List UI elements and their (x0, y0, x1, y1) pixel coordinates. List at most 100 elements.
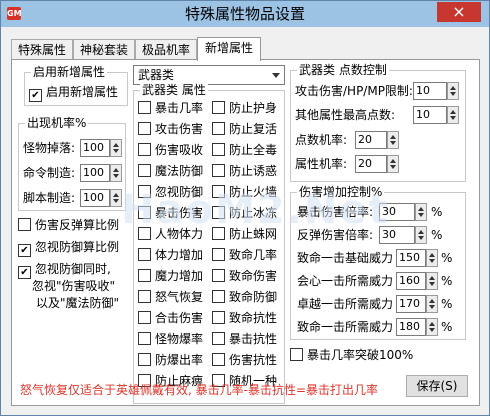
appear-group-label: 出现机率% (25, 116, 89, 131)
checkbox-label: 致命几率 (229, 248, 278, 262)
fatal-strike-power-spinner[interactable] (426, 318, 438, 336)
monster-drop-input[interactable]: 100 (80, 139, 110, 157)
up-arrow-icon (450, 86, 456, 90)
excellent-strike-power-spinner[interactable] (426, 295, 438, 313)
tab-special-attr[interactable]: 特殊属性 (11, 39, 73, 60)
monster-drop-spinner[interactable] (110, 139, 122, 157)
heart-strike-power-input[interactable]: 160 (396, 272, 426, 290)
attr-anti-poison-checkbox[interactable]: 防止全毒 (212, 143, 277, 158)
checkbox-label: 防爆出率 (155, 353, 204, 367)
script-make-input[interactable]: 100 (80, 189, 110, 207)
attr-anti-shield-checkbox[interactable]: 防止护身 (212, 101, 277, 116)
checkbox-label: 防止护身 (229, 101, 278, 115)
points-chance-input[interactable]: 20 (355, 131, 387, 149)
footer-note: 怒气恢复仅适合于英雄佩戴有效, 暴击几率-暴击抗性=暴击打出几率 (20, 383, 379, 397)
down-arrow-icon (418, 213, 424, 217)
fatal-strike-power-label: 致命一击所需威力 (297, 320, 394, 334)
attr-anti-charm-checkbox[interactable]: 防止诱惑 (212, 164, 277, 179)
percent-unit: % (431, 228, 443, 242)
checkbox-label: 致命伤害 (229, 269, 278, 283)
points-chance-spinner[interactable] (387, 131, 399, 149)
attr-attack-damage-checkbox[interactable]: 攻击伤害 (138, 122, 203, 137)
max-points-spinner[interactable] (447, 106, 459, 124)
attr-fatal-damage-checkbox[interactable]: 致命伤害 (212, 269, 277, 284)
percent-unit: % (441, 320, 453, 334)
save-button[interactable]: 保存(S) (406, 375, 468, 397)
checkbox-box (212, 248, 225, 261)
checkbox-box (138, 248, 151, 261)
down-arrow-icon (113, 199, 119, 203)
attr-fatal-chance-checkbox[interactable]: 致命几率 (212, 248, 277, 263)
percent-unit: % (441, 251, 453, 265)
excellent-strike-power-input[interactable]: 170 (396, 295, 426, 313)
attr-damage-resist-checkbox[interactable]: 伤害抗性 (212, 353, 277, 368)
ignore-defense-ratio-checkbox[interactable]: ✔ 忽视防御算比例 (18, 240, 119, 257)
attack-limit-spinner[interactable] (447, 82, 459, 100)
attack-limit-input[interactable]: 10 (413, 82, 447, 100)
crit-break-100-checkbox[interactable]: 暴击几率突破100% (290, 348, 413, 363)
heart-strike-power-spinner[interactable] (426, 272, 438, 290)
close-button[interactable]: × (437, 2, 481, 22)
weapon-type-value: 武器类 (138, 68, 175, 82)
attr-magic-defense-checkbox[interactable]: 魔法防御 (138, 164, 203, 179)
attr-hp-increase-checkbox[interactable]: 体力增加 (138, 248, 203, 263)
attr-monster-drop-checkbox[interactable]: 怪物爆率 (138, 332, 203, 347)
appear-chance-group: 出现机率% 怪物掉落: 100 命令制造: 100 脚本制造: 100 (18, 116, 126, 211)
down-arrow-icon (450, 116, 456, 120)
attr-crit-resist-checkbox[interactable]: 暴击抗性 (212, 332, 277, 347)
attr-chance-input[interactable]: 20 (355, 155, 387, 173)
attr-damage-absorb-checkbox[interactable]: 伤害吸收 (138, 143, 203, 158)
down-arrow-icon (113, 174, 119, 178)
checkbox-label: 伤害抗性 (229, 353, 278, 367)
points-chance-label: 点数机率: (295, 133, 348, 147)
checkbox-box (290, 348, 303, 361)
weapon-type-select[interactable]: 武器类 (133, 65, 285, 85)
max-points-input[interactable]: 10 (413, 106, 447, 124)
checkbox-label: 防止全毒 (229, 143, 278, 157)
checkbox-box (212, 290, 225, 303)
up-arrow-icon (113, 168, 119, 172)
tab-new-attr[interactable]: 新增属性 (197, 37, 261, 61)
enable-new-attr-checkbox[interactable]: ✔ 启用新增属性 (29, 85, 118, 102)
attr-fatal-resist-checkbox[interactable]: 致命抗性 (212, 311, 277, 326)
chevron-down-icon (272, 73, 280, 78)
down-arrow-icon (390, 141, 396, 145)
title-bar[interactable]: GM 特殊属性物品设置 × (1, 1, 489, 27)
attr-crit-chance-checkbox[interactable]: 暴击几率 (138, 101, 203, 116)
attr-anti-drop-checkbox[interactable]: 防爆出率 (138, 353, 203, 368)
checkbox-label: 魔法防御 (155, 164, 204, 178)
checkbox-box (212, 353, 225, 366)
damage-reflect-ratio-checkbox[interactable]: 伤害反弹算比例 (18, 218, 119, 233)
checkbox-box (138, 101, 151, 114)
checkbox-label: 忽视防御算比例 (35, 240, 120, 254)
checkbox-label: 合击伤害 (155, 311, 204, 325)
reflect-damage-rate-spinner[interactable] (415, 226, 427, 244)
attr-fatal-defense-checkbox[interactable]: 致命防御 (212, 290, 277, 305)
command-make-label: 命令制造: (23, 166, 76, 180)
fatal-strike-power-input[interactable]: 180 (396, 318, 426, 336)
ignore-absorb-note: 忽视"伤害吸收" (32, 279, 116, 293)
tab-rare-chance[interactable]: 极品机率 (135, 39, 197, 60)
attr-rage-recover-checkbox[interactable]: 怒气恢复 (138, 290, 203, 305)
tab-mystery-set[interactable]: 神秘套装 (73, 39, 135, 60)
check-icon: ✔ (18, 266, 31, 279)
checkbox-box (212, 122, 225, 135)
checkbox-label: 忽视防御同时, (35, 262, 111, 276)
command-make-input[interactable]: 100 (80, 164, 110, 182)
attr-mp-increase-checkbox[interactable]: 魔力增加 (138, 269, 203, 284)
window-title: 特殊属性物品设置 (184, 5, 305, 23)
checkbox-box (138, 311, 151, 324)
attr-anti-revive-checkbox[interactable]: 防止复活 (212, 122, 277, 137)
attr-chance-spinner[interactable] (387, 155, 399, 173)
checkbox-label: 暴击几率突破100% (307, 348, 414, 362)
checkbox-label: 致命防御 (229, 290, 278, 304)
fatal-base-power-input[interactable]: 150 (396, 249, 426, 267)
crit-damage-rate-spinner[interactable] (415, 203, 427, 221)
fatal-base-power-spinner[interactable] (426, 249, 438, 267)
ignore-defense-also-checkbox[interactable]: ✔ 忽视防御同时, (18, 262, 111, 279)
command-make-spinner[interactable] (110, 164, 122, 182)
percent-unit: % (431, 205, 443, 219)
attr-chance-label: 属性机率: (295, 157, 348, 171)
attr-combo-damage-checkbox[interactable]: 合击伤害 (138, 311, 203, 326)
checkbox-box (212, 332, 225, 345)
